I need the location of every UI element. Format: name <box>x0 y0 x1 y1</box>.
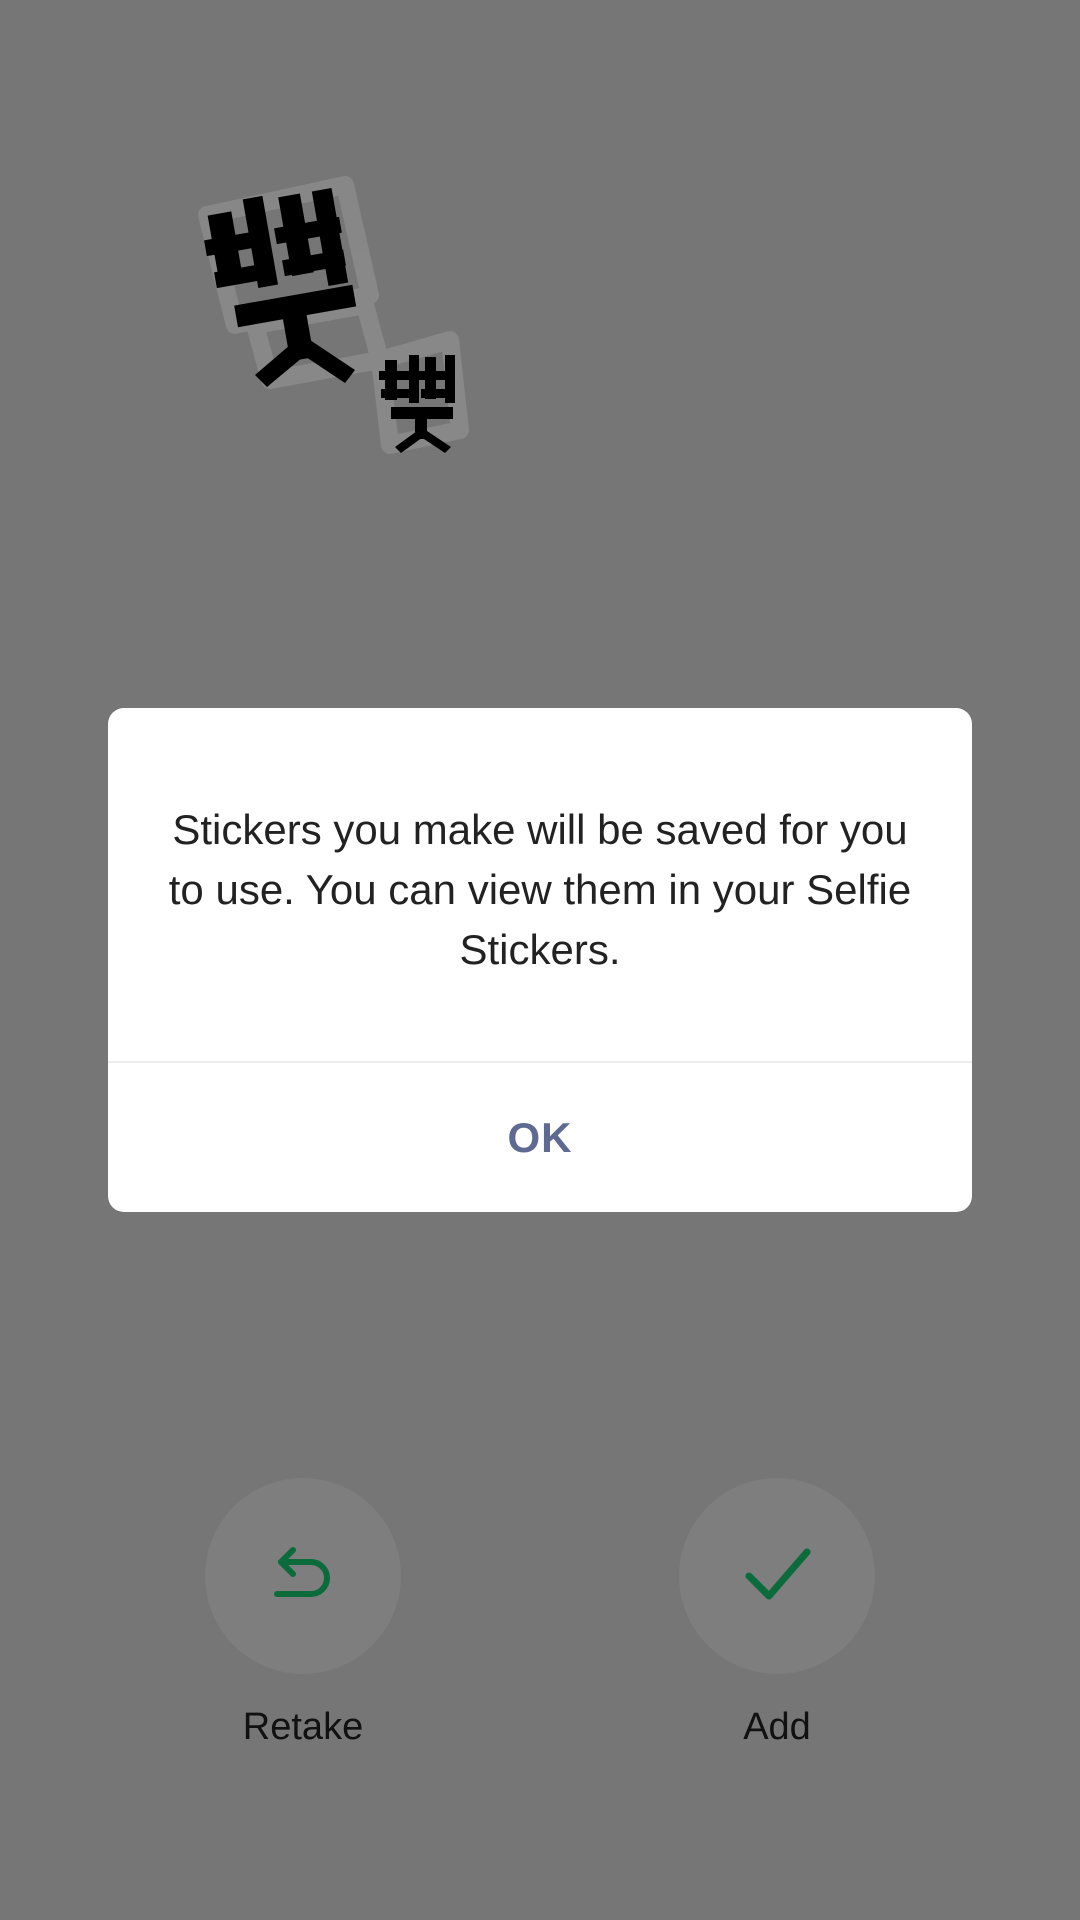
info-dialog: Stickers you make will be saved for you … <box>108 708 972 1212</box>
add-action[interactable]: Add <box>679 1478 875 1749</box>
ok-button[interactable]: OK <box>108 1063 972 1212</box>
add-label: Add <box>743 1706 811 1748</box>
retake-action[interactable]: Retake <box>205 1478 401 1749</box>
retake-button[interactable] <box>205 1478 401 1674</box>
retake-label: Retake <box>242 1706 364 1748</box>
add-button[interactable] <box>679 1478 875 1674</box>
dialog-message: Stickers you make will be saved for you … <box>168 806 912 973</box>
undo-arrow-icon <box>267 1538 339 1615</box>
sticker-image <box>195 175 475 455</box>
sticker-preview-screen: Stickers you make will be saved for you … <box>0 0 1080 1920</box>
checkmark-icon <box>737 1534 817 1619</box>
